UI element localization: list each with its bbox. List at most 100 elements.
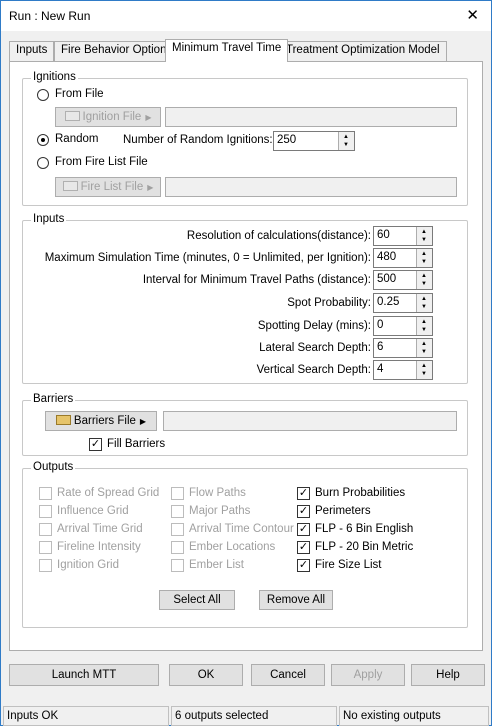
influence-grid-label: Influence Grid [57,505,129,517]
spinner-arrows[interactable]: ▲ ▼ [416,317,432,335]
close-icon[interactable]: ✕ [466,6,479,24]
barriers-group: Barriers Barriers File ▶ ✓ Fill Barriers [22,393,468,456]
ignitions-group-label: Ignitions [31,71,78,83]
burn-probabilities-checkbox[interactable]: ✓ [297,487,310,500]
major-paths-checkbox[interactable] [171,505,184,518]
folder-icon [55,415,71,425]
ignitions-group: Ignitions From File Ignition File ▶ Rando… [22,71,468,206]
ignition-file-button[interactable]: Ignition File ▶ [55,107,161,127]
cancel-button[interactable]: Cancel [251,664,325,686]
burn-probabilities-label: Burn Probabilities [315,487,406,499]
outputs-group: Outputs Rate of Spread Grid Influence Gr… [22,461,468,628]
arrival-time-grid-label: Arrival Time Grid [57,523,143,535]
spinner-arrows[interactable]: ▲ ▼ [416,294,432,312]
lateral-search-depth-value: 6 [377,341,384,353]
tab-minimum-travel-time[interactable]: Minimum Travel Time [165,39,289,62]
fire-list-file-button-label: Fire List File [80,181,144,193]
status-inputs: Inputs OK [3,706,169,726]
spotting-delay-input[interactable]: 0 ▲ ▼ [373,316,433,336]
folder-icon [64,111,80,121]
arrival-time-contour-checkbox[interactable] [171,523,184,536]
remove-all-button[interactable]: Remove All [259,590,333,610]
fireline-intensity-label: Fireline Intensity [57,541,141,553]
ember-list-checkbox[interactable] [171,559,184,572]
random-radio[interactable] [37,134,49,146]
rate-of-spread-grid-label: Rate of Spread Grid [57,487,160,499]
select-all-button[interactable]: Select All [159,590,235,610]
barriers-group-label: Barriers [31,393,76,405]
ember-locations-label: Ember Locations [189,541,276,553]
num-random-ignitions-label: Number of Random Ignitions: [123,134,273,146]
caret-right-icon: ▶ [147,183,154,192]
vertical-search-depth-label: Vertical Search Depth: [256,364,371,376]
fill-barriers-label: Fill Barriers [107,438,166,450]
flp-6-bin-english-checkbox[interactable]: ✓ [297,523,310,536]
status-existing-outputs: No existing outputs [339,706,489,726]
num-random-ignitions-input[interactable]: 250 ▲ ▼ [273,131,355,151]
caret-right-icon: ▶ [145,113,152,122]
barriers-file-path [163,411,457,431]
tab-inputs[interactable]: Inputs [9,41,55,61]
tab-fire-behavior-options[interactable]: Fire Behavior Options [54,41,180,61]
inputs-group: Inputs Resolution of calculations(distan… [22,213,468,384]
spinner-arrows[interactable]: ▲ ▼ [416,227,432,245]
spot-probability-value: 0.25 [377,296,400,308]
outputs-group-label: Outputs [31,461,76,473]
spot-probability-input[interactable]: 0.25 ▲ ▼ [373,293,433,313]
from-fire-list-radio[interactable] [37,157,49,169]
vertical-search-depth-input[interactable]: 4 ▲ ▼ [373,360,433,380]
barriers-file-button[interactable]: Barriers File ▶ [45,411,157,431]
ignition-file-button-label: Ignition File [82,111,142,123]
tab-treatment-optimization-model[interactable]: Treatment Optimization Model [279,41,447,61]
lateral-search-depth-input[interactable]: 6 ▲ ▼ [373,338,433,358]
spinner-arrows[interactable]: ▲ ▼ [416,361,432,379]
status-outputs-selected: 6 outputs selected [171,706,337,726]
fire-list-file-button[interactable]: Fire List File ▶ [55,177,161,197]
from-file-label: From File [55,88,104,100]
fill-barriers-checkbox[interactable]: ✓ [89,438,102,451]
flp-20-bin-metric-label: FLP - 20 Bin Metric [315,541,414,553]
spinner-arrows[interactable]: ▲ ▼ [416,339,432,357]
spotting-delay-value: 0 [377,319,384,331]
inputs-group-label: Inputs [31,213,67,225]
fire-size-list-checkbox[interactable]: ✓ [297,559,310,572]
arrival-time-contour-label: Arrival Time Contour [189,523,294,535]
perimeters-checkbox[interactable]: ✓ [297,505,310,518]
apply-button[interactable]: Apply [331,664,405,686]
caret-right-icon: ▶ [139,417,147,426]
flp-6-bin-english-label: FLP - 6 Bin English [315,523,414,535]
window-title: Run : New Run [9,9,91,23]
ember-locations-checkbox[interactable] [171,541,184,554]
spinner-arrows[interactable]: ▲ ▼ [416,271,432,289]
ignition-grid-checkbox[interactable] [39,559,52,572]
perimeters-label: Perimeters [315,505,371,517]
max-sim-time-input[interactable]: 480 ▲ ▼ [373,248,433,268]
run-dialog: Run : New Run ✕ Inputs Fire Behavior Opt… [0,0,492,726]
resolution-label: Resolution of calculations(distance): [186,230,371,242]
folder-icon [62,181,78,191]
spinner-arrows[interactable]: ▲ ▼ [416,249,432,267]
title-bar: Run : New Run ✕ [1,1,491,31]
ignition-grid-label: Ignition Grid [57,559,120,571]
barriers-file-button-label: Barriers File [73,415,136,427]
mtt-interval-input[interactable]: 500 ▲ ▼ [373,270,433,290]
fireline-intensity-checkbox[interactable] [39,541,52,554]
spinner-arrows[interactable]: ▲ ▼ [338,132,354,150]
resolution-input[interactable]: 60 ▲ ▼ [373,226,433,246]
arrival-time-grid-checkbox[interactable] [39,523,52,536]
help-button[interactable]: Help [411,664,485,686]
from-fire-list-label: From Fire List File [55,156,148,168]
max-sim-time-value: 480 [377,251,397,263]
launch-mtt-button[interactable]: Launch MTT [9,664,159,686]
from-file-radio[interactable] [37,89,49,101]
rate-of-spread-grid-checkbox[interactable] [39,487,52,500]
ok-button[interactable]: OK [169,664,243,686]
max-sim-time-label: Maximum Simulation Time (minutes, 0 = Un… [44,252,371,264]
flow-paths-checkbox[interactable] [171,487,184,500]
ember-list-label: Ember List [189,559,244,571]
spotting-delay-label: Spotting Delay (mins): [257,320,371,332]
influence-grid-checkbox[interactable] [39,505,52,518]
flp-20-bin-metric-checkbox[interactable]: ✓ [297,541,310,554]
spot-probability-label: Spot Probability: [287,297,371,309]
flow-paths-label: Flow Paths [189,487,246,499]
